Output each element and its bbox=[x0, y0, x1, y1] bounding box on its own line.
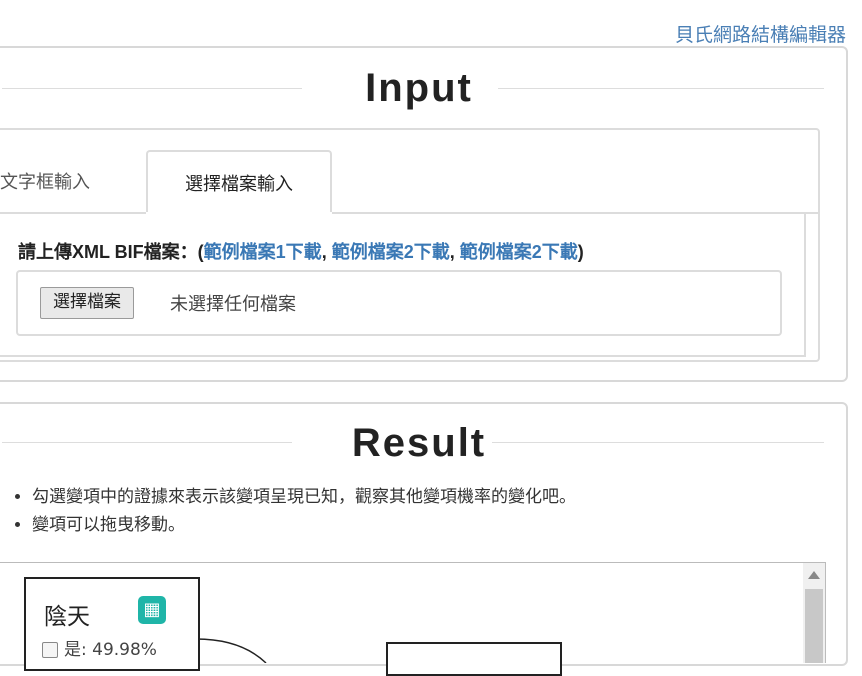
scroll-thumb[interactable] bbox=[805, 589, 823, 663]
sample-file-3-link[interactable]: 範例檔案2下載 bbox=[460, 242, 578, 262]
evidence-checkbox[interactable] bbox=[42, 642, 58, 658]
editor-link[interactable]: 貝氏網路結構編輯器 bbox=[675, 20, 846, 47]
instruction-item: 變項可以拖曳移動。 bbox=[32, 514, 576, 536]
sample-file-2-link[interactable]: 範例檔案2下載 bbox=[332, 242, 450, 262]
table-grid-icon[interactable]: ▦ bbox=[138, 596, 166, 624]
tab-text-input[interactable]: 文字框輸入 bbox=[0, 168, 90, 194]
sample-file-1-link[interactable]: 範例檔案1下載 bbox=[204, 242, 322, 262]
choose-file-button[interactable]: 選擇檔案 bbox=[40, 287, 134, 319]
instruction-item: 勾選變項中的證據來表示該變項呈現已知，觀察其他變項機率的變化吧。 bbox=[32, 486, 576, 508]
input-title: Input bbox=[365, 66, 473, 110]
node-state-label: 是: 49.98% bbox=[64, 640, 157, 660]
tab-file-input[interactable]: 選擇檔案輸入 bbox=[146, 150, 332, 212]
result-title: Result bbox=[351, 421, 487, 465]
upload-label-close: ) bbox=[577, 242, 584, 262]
node-title: 陰天 bbox=[44, 604, 90, 630]
file-status-text: 未選擇任何檔案 bbox=[170, 294, 296, 315]
network-node[interactable]: 陰天 ▦ 是: 49.98% bbox=[24, 577, 200, 671]
instruction-list: 勾選變項中的證據來表示該變項呈現已知，觀察其他變項機率的變化吧。 變項可以拖曳移… bbox=[10, 486, 576, 542]
node-state-row: 是: 49.98% bbox=[42, 635, 157, 660]
file-input-box: 選擇檔案 未選擇任何檔案 bbox=[16, 270, 782, 336]
network-edge bbox=[195, 638, 267, 663]
upload-instructions: 請上傳XML BIF檔案：(範例檔案1下載, 範例檔案2下載, 範例檔案2下載) bbox=[18, 242, 584, 262]
upload-label-text: 請上傳XML BIF檔案：( bbox=[18, 242, 204, 262]
network-node[interactable] bbox=[386, 642, 562, 676]
canvas-scrollbar[interactable] bbox=[803, 563, 825, 663]
scroll-up-icon[interactable] bbox=[808, 571, 820, 579]
